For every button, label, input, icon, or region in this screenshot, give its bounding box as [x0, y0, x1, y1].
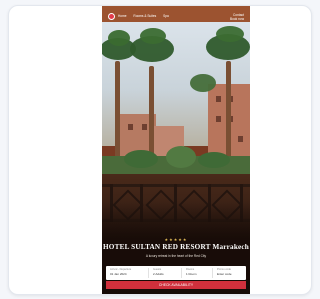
book-now-link[interactable]: Book now: [230, 17, 244, 21]
field-value: 1 Room: [186, 272, 197, 276]
guests-field[interactable]: Guests 2 Adults: [152, 268, 182, 278]
bush: [166, 146, 196, 168]
bush: [198, 152, 230, 168]
field-label: Rooms: [186, 268, 195, 271]
bush: [124, 150, 158, 168]
field-value: Enter code: [217, 272, 232, 276]
hero-tagline: A luxury retreat in the heart of the Red…: [145, 254, 207, 258]
promo-field[interactable]: Promo code Enter code: [216, 268, 244, 278]
field-label: Arrival - Departure: [110, 268, 132, 271]
header-actions: Contact Book now: [230, 13, 244, 21]
nav-item-rooms[interactable]: Rooms & Suites: [133, 14, 156, 18]
site-header: Home Rooms & Suites Spa Contact Book now: [102, 6, 250, 28]
palm-frond: [190, 74, 216, 92]
preview-card: Home Rooms & Suites Spa Contact Book now…: [8, 5, 312, 295]
field-label: Promo code: [217, 268, 231, 271]
hotel-name: HOTEL SULTAN RED RESORT Marrakech: [103, 243, 249, 251]
nav-item-home[interactable]: Home: [118, 14, 127, 18]
star-rating: ★★★★★: [164, 237, 188, 242]
booking-widget: Arrival - Departure 01 Jan 2024 Guests 2…: [106, 266, 246, 280]
hotel-logo-icon[interactable]: [108, 13, 115, 20]
field-value: 2 Adults: [153, 272, 164, 276]
palm-trunk: [115, 61, 120, 171]
field-label: Guests: [153, 268, 162, 271]
main-nav: Home Rooms & Suites Spa: [118, 14, 175, 18]
website-preview: Home Rooms & Suites Spa Contact Book now…: [102, 6, 250, 294]
field-value: 01 Jan 2024: [110, 272, 127, 276]
check-availability-button[interactable]: CHECK AVAILABILITY: [106, 281, 246, 289]
palm-trunk: [149, 66, 154, 161]
rooms-field[interactable]: Rooms 1 Room: [185, 268, 213, 278]
nav-item-spa[interactable]: Spa: [163, 14, 169, 18]
dates-field[interactable]: Arrival - Departure 01 Jan 2024: [109, 268, 149, 278]
